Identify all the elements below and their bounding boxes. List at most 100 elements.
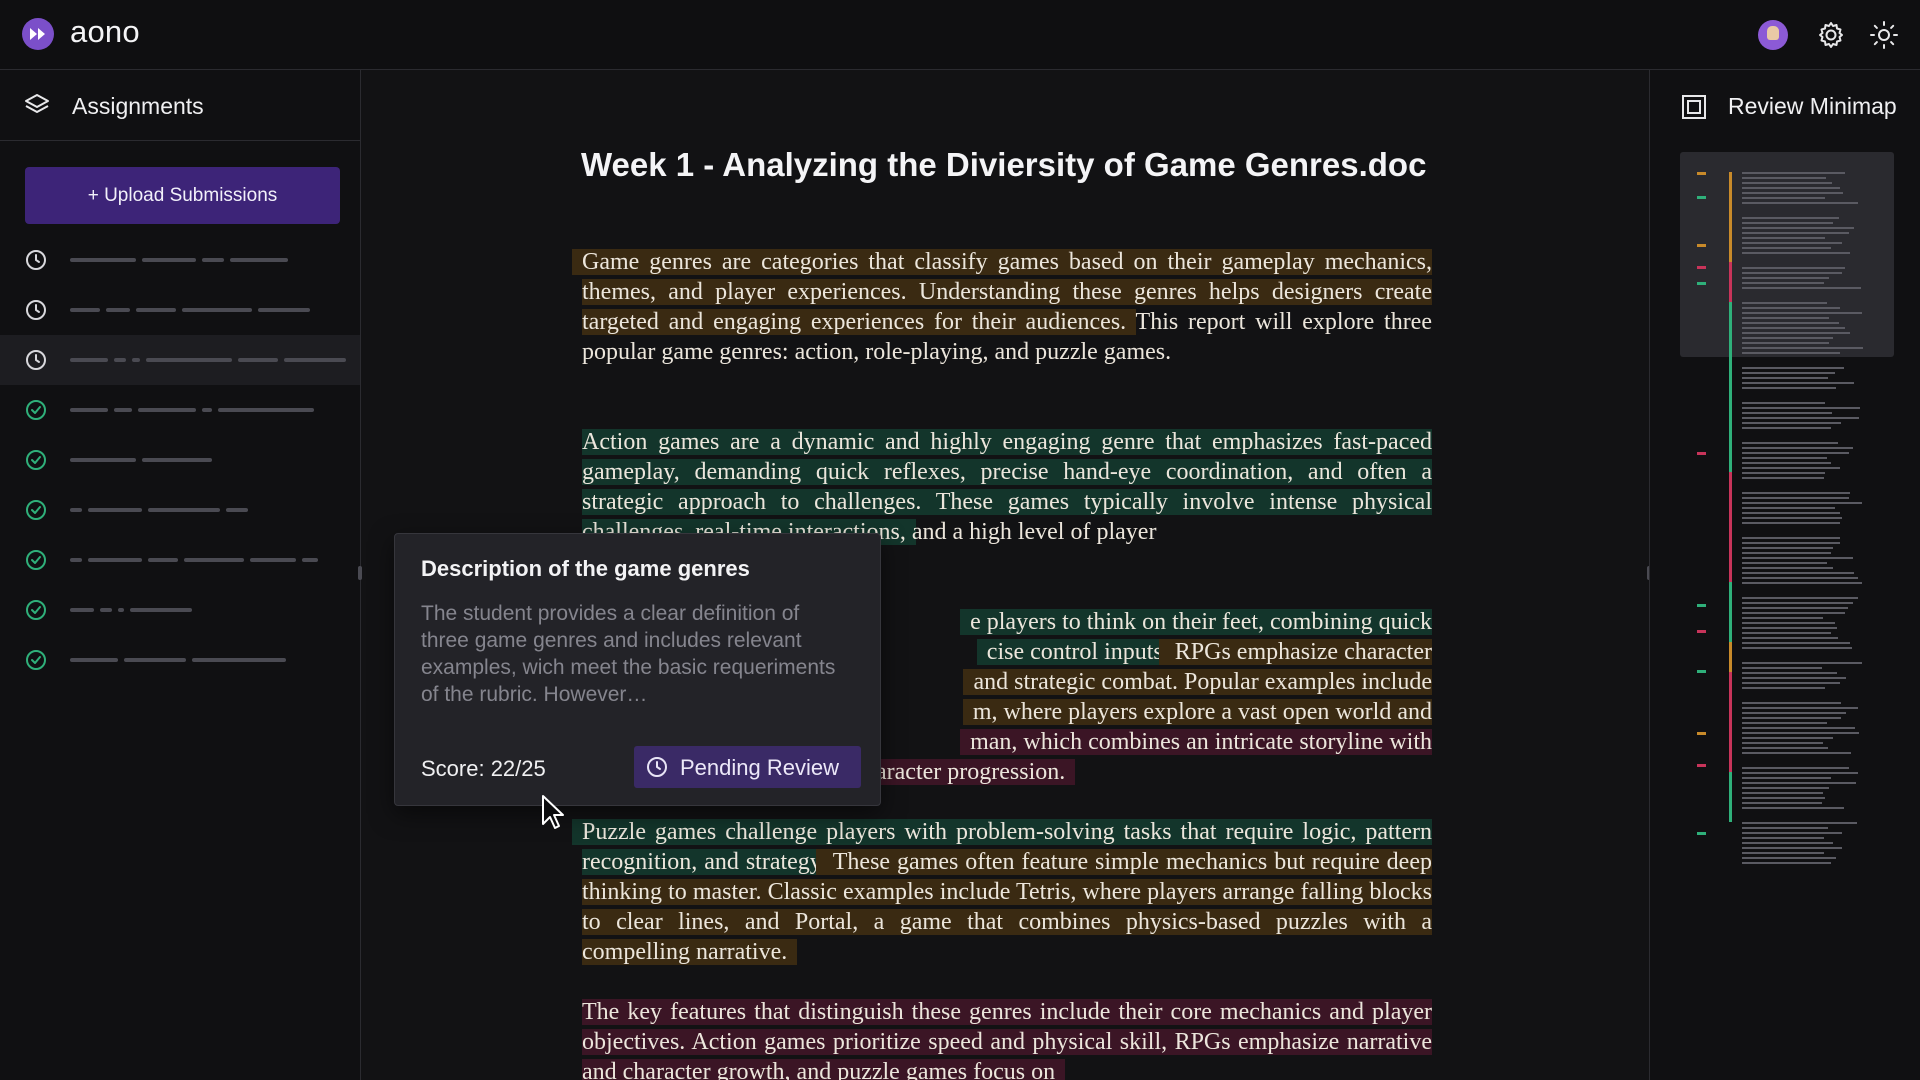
- minimap-text-line: [1742, 737, 1833, 739]
- minimap-text-line: [1742, 567, 1833, 569]
- minimap-text-line: [1742, 667, 1822, 669]
- minimap-text-line: [1742, 442, 1838, 444]
- minimap-text-line: [1742, 862, 1831, 864]
- avatar[interactable]: [1758, 20, 1788, 50]
- minimap-text-line: [1742, 472, 1825, 474]
- minimap-text-line: [1742, 727, 1855, 729]
- minimap-marker-bar: [1729, 642, 1732, 672]
- assignment-item[interactable]: [0, 285, 360, 335]
- minimap-text-line: [1742, 772, 1858, 774]
- minimap-marker-tick: [1697, 604, 1706, 607]
- minimap-text-line: [1742, 372, 1835, 374]
- plain-text: and a high level of player: [905, 519, 1157, 545]
- sidebar-resize-handle[interactable]: [358, 566, 362, 580]
- logo-icon[interactable]: [22, 18, 54, 50]
- minimap-text-line: [1742, 507, 1835, 509]
- minimap-text-line: [1742, 722, 1827, 724]
- paragraph-puzzle: Puzzle games challenge players with prob…: [582, 817, 1432, 967]
- check-circle-icon: [26, 600, 46, 620]
- minimap-text-line: [1742, 787, 1829, 789]
- minimap-text-line: [1742, 492, 1850, 494]
- settings-icon[interactable]: [1816, 20, 1846, 50]
- minimap-text-line: [1742, 662, 1862, 664]
- assignment-item[interactable]: [0, 485, 360, 535]
- minimap-marker-tick: [1697, 832, 1706, 835]
- assignment-item-active[interactable]: [0, 335, 360, 385]
- minimap-text-line: [1742, 747, 1828, 749]
- assignment-item[interactable]: [0, 385, 360, 435]
- clock-icon: [26, 350, 46, 370]
- minimap-text-line: [1742, 452, 1849, 454]
- minimap-marker-bar: [1729, 262, 1732, 302]
- minimap-text-line: [1742, 822, 1857, 824]
- highlight-red[interactable]: aracter progression.: [876, 759, 1066, 785]
- minimap-text-line: [1742, 717, 1841, 719]
- minimap-text-line: [1742, 572, 1854, 574]
- minimap-text-line: [1742, 607, 1848, 609]
- highlight-green[interactable]: cise control inputs.: [986, 639, 1169, 665]
- status-label: Pending Review: [680, 755, 839, 780]
- minimap-text-line: [1742, 837, 1824, 839]
- minimap-text-line: [1742, 352, 1840, 354]
- minimap-text-line: [1742, 797, 1825, 799]
- highlight-orange[interactable]: and strategic combat. Popular examples i…: [973, 669, 1432, 695]
- minimap-text-line: [1742, 227, 1854, 229]
- minimap-text-line: [1742, 382, 1854, 384]
- minimap-text-line: [1742, 187, 1840, 189]
- minimap-text-line: [1742, 602, 1853, 604]
- minimap-text-line: [1742, 702, 1841, 704]
- minimap-marker-bar: [1729, 672, 1732, 772]
- minimap-text-line: [1742, 742, 1823, 744]
- minimap-text-line: [1742, 322, 1839, 324]
- minimap-text-line: [1742, 622, 1835, 624]
- review-minimap[interactable]: [1680, 152, 1894, 872]
- check-circle-icon: [26, 550, 46, 570]
- pending-review-button[interactable]: Pending Review: [634, 746, 861, 788]
- highlight-red[interactable]: The key features that distinguish these …: [582, 999, 1432, 1080]
- minimap-text-line: [1742, 557, 1853, 559]
- assignment-item[interactable]: [0, 535, 360, 585]
- paragraph-intro: Game genres are categories that classify…: [582, 247, 1432, 367]
- minimap-text-line: [1742, 267, 1845, 269]
- document-title: Week 1 - Analyzing the Diviersity of Gam…: [581, 146, 1427, 183]
- minimap-marker-tick: [1697, 630, 1706, 633]
- minimap-text-line: [1742, 407, 1860, 409]
- assignment-item[interactable]: [0, 635, 360, 685]
- assignment-item[interactable]: [0, 235, 360, 285]
- minimap-text-line: [1742, 857, 1836, 859]
- minimap-marker-tick: [1697, 172, 1706, 175]
- sun-icon[interactable]: [1869, 20, 1899, 50]
- minimap-marker-bar: [1729, 172, 1732, 262]
- minimap-text-line: [1742, 802, 1822, 804]
- highlight-orange[interactable]: RPGs emphasize character: [1168, 639, 1432, 665]
- minimap-text-line: [1742, 402, 1825, 404]
- minimap-marker-bar: [1729, 582, 1732, 642]
- minimap-text-line: [1742, 517, 1842, 519]
- highlight-orange[interactable]: m, where players explore a vast open wor…: [972, 699, 1432, 725]
- minimap-text-line: [1742, 172, 1845, 174]
- minimap-text-line: [1742, 477, 1824, 479]
- minimap-text-line: [1742, 682, 1840, 684]
- assignment-item[interactable]: [0, 435, 360, 485]
- minimap-text-line: [1742, 512, 1840, 514]
- minimap-text-line: [1742, 377, 1828, 379]
- upload-submissions-button[interactable]: + Upload Submissions: [25, 167, 340, 224]
- minimap-text-line: [1742, 422, 1841, 424]
- minimap-text-line: [1742, 847, 1842, 849]
- minimap-text-line: [1742, 387, 1836, 389]
- minimap-text-line: [1742, 367, 1844, 369]
- sidebar-header: Assignments: [0, 70, 360, 141]
- highlight-green[interactable]: e players to think on their feet, combin…: [970, 609, 1432, 635]
- check-circle-icon: [26, 450, 46, 470]
- minimap-text-line: [1742, 632, 1831, 634]
- assignment-item[interactable]: [0, 585, 360, 635]
- app-name: aono: [70, 14, 140, 49]
- minimap-text-line: [1742, 627, 1837, 629]
- minimap-text-line: [1742, 287, 1861, 289]
- minimap-text-line: [1742, 522, 1840, 524]
- minimap-text-line: [1742, 542, 1840, 544]
- minimap-text-line: [1742, 642, 1850, 644]
- minimap-text-line: [1742, 792, 1823, 794]
- rubric-tooltip-card[interactable]: Description of the game genres The stude…: [394, 533, 881, 806]
- highlight-red[interactable]: man, which combines an intricate storyli…: [970, 729, 1432, 755]
